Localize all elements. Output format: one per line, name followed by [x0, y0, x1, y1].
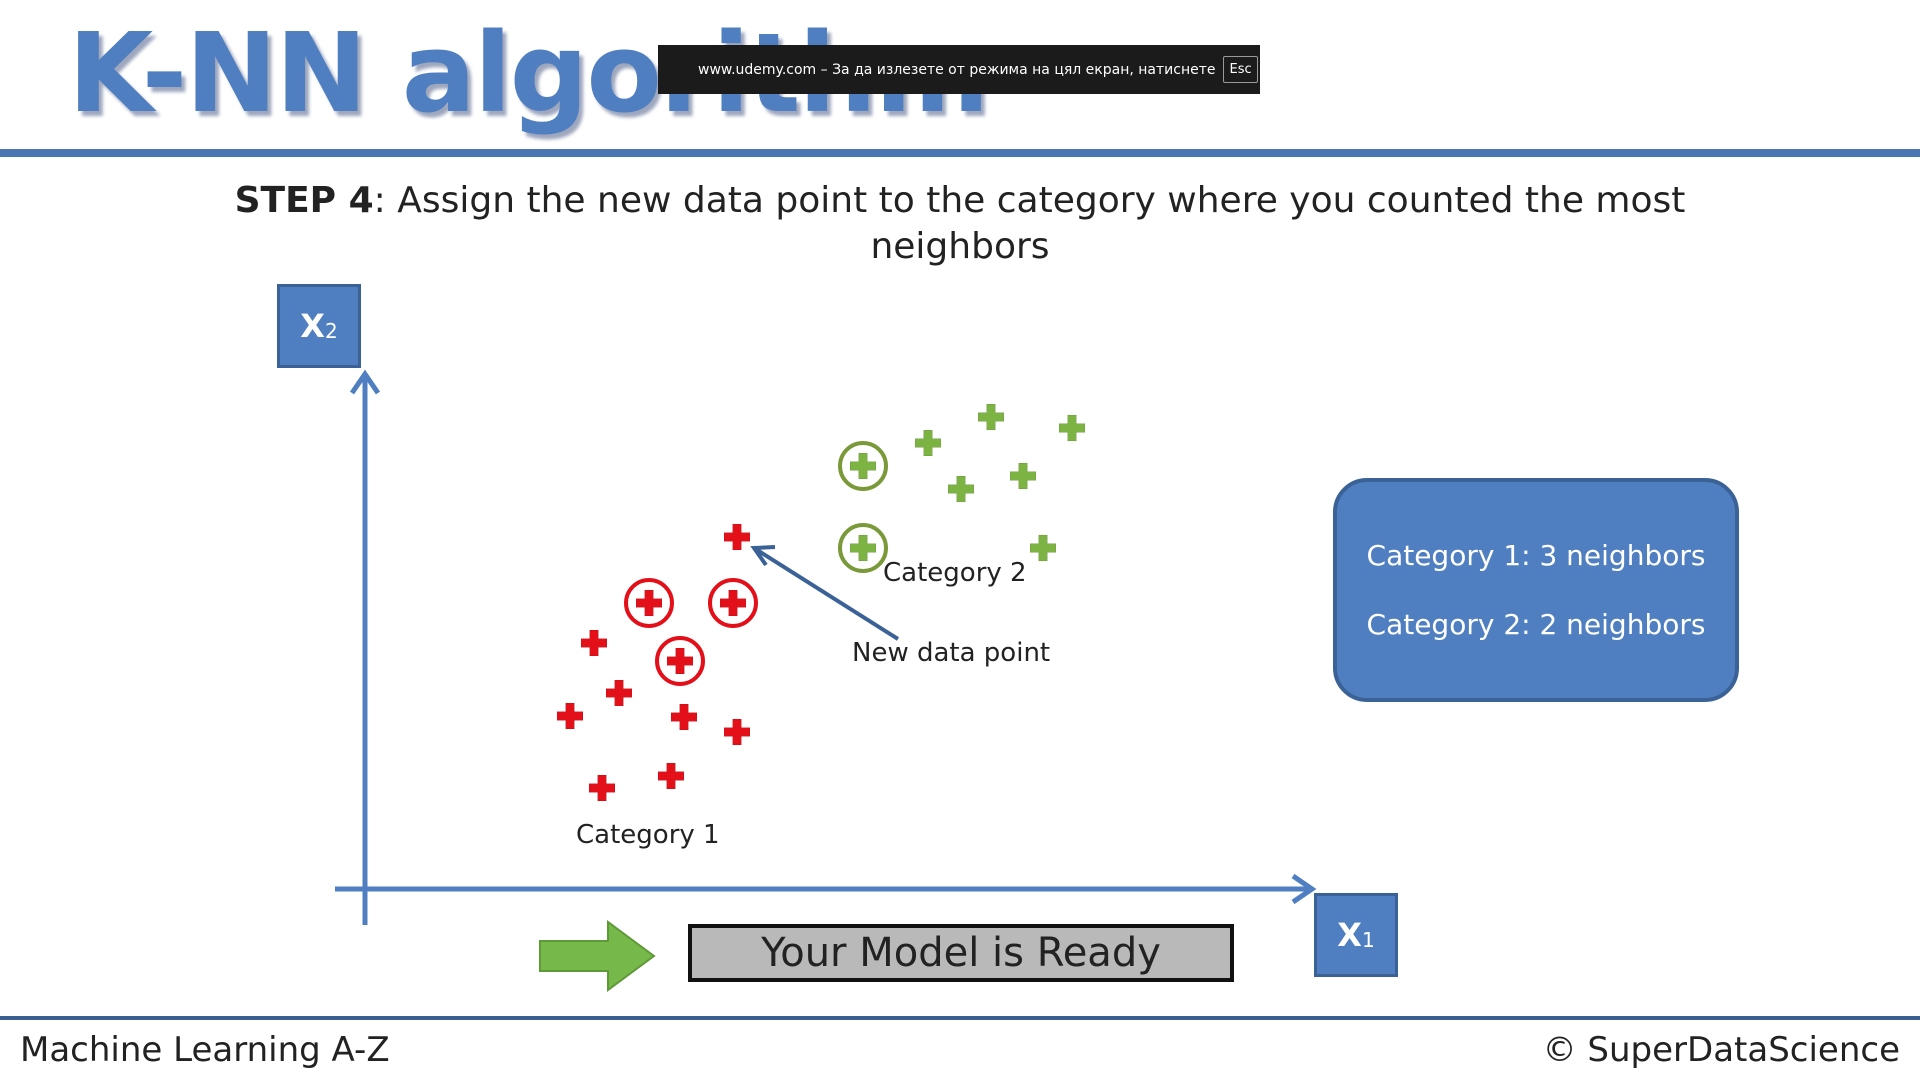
- plus-marker-icon: [671, 704, 697, 730]
- category-2-point: [1059, 415, 1085, 441]
- copyright-notice: © SuperDataScience: [1542, 1030, 1900, 1070]
- plus-marker-icon: [581, 630, 607, 656]
- category-1-point: [724, 719, 750, 745]
- plus-marker-icon: [915, 430, 941, 456]
- neighbor-count-box: Category 1: 3 neighbors Category 2: 2 ne…: [1333, 478, 1739, 702]
- category-1-count: Category 1: 3 neighbors: [1366, 539, 1706, 572]
- x1-label-text: X: [1337, 916, 1362, 954]
- category-1-point: [671, 704, 697, 730]
- category-2-point: [978, 404, 1004, 430]
- model-ready-banner: Your Model is Ready: [688, 924, 1234, 982]
- plus-marker-icon: [978, 404, 1004, 430]
- category-1-neighbor-point: [624, 578, 674, 628]
- category-2-point: [1030, 535, 1056, 561]
- category-1-point: [557, 703, 583, 729]
- category-2-label: Category 2: [883, 558, 1027, 588]
- x2-label-text: X: [300, 307, 325, 345]
- category-1-neighbor-point: [655, 636, 705, 686]
- data-points: [557, 404, 1085, 801]
- footer-divider: [0, 1016, 1920, 1020]
- category-1-label: Category 1: [576, 820, 720, 850]
- slide-stage: K-NN algorithm www.udemy.com – За да изл…: [0, 0, 1920, 1080]
- x2-label-subscript: 2: [324, 319, 338, 343]
- category-2-point: [915, 430, 941, 456]
- category-2-neighbor-point: [838, 441, 888, 491]
- plus-marker-icon: [658, 763, 684, 789]
- new-data-point-label: New data point: [852, 638, 1051, 668]
- category-2-point: [1010, 463, 1036, 489]
- category-2-count: Category 2: 2 neighbors: [1366, 608, 1706, 641]
- category-1-point: [606, 680, 632, 706]
- x2-axis-label: X2: [277, 284, 361, 368]
- category-1-point: [658, 763, 684, 789]
- plus-marker-icon: [589, 775, 615, 801]
- category-1-neighbor-point: [708, 578, 758, 628]
- category-2-neighbor-point: [838, 523, 888, 573]
- plus-marker-icon: [1030, 535, 1056, 561]
- x1-label-subscript: 1: [1361, 928, 1375, 952]
- green-arrow-icon: [539, 920, 656, 992]
- category-2-point: [948, 476, 974, 502]
- category-1-point: [589, 775, 615, 801]
- plus-marker-icon: [724, 524, 750, 550]
- plus-marker-icon: [557, 703, 583, 729]
- new-data-point: [724, 524, 750, 550]
- course-name: Machine Learning A-Z: [20, 1030, 390, 1070]
- x1-axis-label: X1: [1314, 893, 1398, 977]
- category-1-point: [581, 630, 607, 656]
- plus-marker-icon: [1059, 415, 1085, 441]
- plus-marker-icon: [948, 476, 974, 502]
- plus-marker-icon: [606, 680, 632, 706]
- plus-marker-icon: [1010, 463, 1036, 489]
- plus-marker-icon: [724, 719, 750, 745]
